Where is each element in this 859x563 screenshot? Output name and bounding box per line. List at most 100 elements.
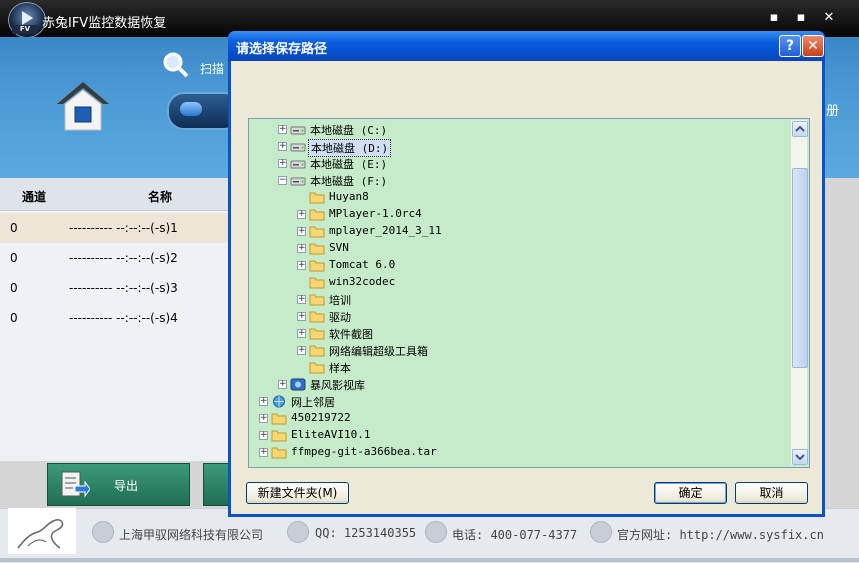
expand-icon[interactable]: +	[278, 380, 287, 389]
expand-icon[interactable]: +	[297, 329, 306, 338]
tree-node[interactable]: + 网络编辑超级工具箱	[249, 342, 789, 359]
tree-node-label: 软件截图	[329, 328, 373, 341]
expand-icon[interactable]: +	[278, 142, 287, 151]
qq-icon	[287, 521, 309, 543]
expand-icon[interactable]: +	[278, 159, 287, 168]
tree-node-label: 本地磁盘 (E:)	[310, 158, 388, 171]
tree-node[interactable]: + Tomcat 6.0	[249, 257, 789, 274]
expand-icon[interactable]: +	[297, 295, 306, 304]
footer-qq: QQ: 1253140355	[315, 526, 417, 540]
column-header-channel[interactable]: 通道	[22, 188, 46, 205]
tree-node[interactable]: + 本地磁盘 (D:)	[249, 138, 789, 157]
tree-node[interactable]: + 本地磁盘 (E:)	[249, 155, 789, 172]
expand-icon[interactable]: +	[297, 210, 306, 219]
tree-node[interactable]: + MPlayer-1.0rc4	[249, 206, 789, 223]
tree-node[interactable]: + 暴风影视库	[249, 376, 789, 393]
dialog-title: 请选择保存路径	[236, 42, 328, 57]
tree-node-label: mplayer_2014_3_11	[329, 224, 442, 237]
folder-icon	[309, 225, 325, 238]
tree-node[interactable]: Huyan8	[249, 189, 789, 206]
tree-node-label: Tomcat 6.0	[329, 258, 396, 271]
scroll-up-button[interactable]	[792, 121, 808, 137]
ok-button[interactable]: 确定	[654, 482, 727, 504]
folder-icon	[309, 327, 325, 340]
scroll-down-button[interactable]	[792, 449, 808, 465]
horse-logo-icon	[8, 508, 76, 554]
register-link[interactable]: 册	[826, 100, 839, 119]
search-icon[interactable]	[163, 52, 189, 78]
expand-icon[interactable]: +	[297, 244, 306, 253]
tree-node-label: SVN	[329, 241, 349, 254]
folder-icon	[309, 208, 325, 221]
scan-label[interactable]: 扫描	[200, 60, 224, 77]
tree-node[interactable]: + EliteAVI10.1	[249, 427, 789, 444]
expand-icon[interactable]: +	[297, 261, 306, 270]
new-folder-button[interactable]: 新建文件夹(M)	[246, 482, 349, 504]
minimize-button[interactable]: ▪	[766, 10, 782, 25]
maximize-button[interactable]: ▪	[793, 10, 809, 25]
tree-node-label: Huyan8	[329, 190, 369, 203]
folder-icon	[309, 344, 325, 357]
app-title: 赤兔IFV监控数据恢复	[42, 16, 167, 31]
expand-icon[interactable]: +	[259, 431, 268, 440]
tree-node[interactable]: + 培训	[249, 291, 789, 308]
column-header-name[interactable]: 名称	[148, 188, 172, 205]
media-library-icon	[290, 378, 306, 391]
folder-icon	[309, 310, 325, 323]
tree-node[interactable]: +450219722	[249, 410, 789, 427]
tree-node-label: 暴风影视库	[310, 379, 365, 392]
logo-badge: FV	[12, 25, 38, 34]
tree-node[interactable]: − 本地磁盘 (F:)	[249, 172, 789, 189]
footer-website[interactable]: 官方网址: http://www.sysfix.cn	[617, 526, 824, 543]
folder-icon	[271, 429, 287, 442]
tree-node[interactable]: + 软件截图	[249, 325, 789, 342]
help-button[interactable]: ?	[779, 35, 801, 57]
home-icon[interactable]	[55, 80, 111, 132]
tree-node[interactable]: + 网上邻居	[249, 393, 789, 410]
expand-icon[interactable]: +	[297, 312, 306, 321]
toggle-knob	[180, 102, 202, 116]
folder-icon	[271, 446, 287, 459]
expand-icon[interactable]: +	[259, 397, 268, 406]
tree-node-label: 样本	[329, 362, 351, 375]
folder-icon	[309, 361, 325, 374]
tree-node[interactable]: + ffmpeg-git-a366bea.tar	[249, 444, 789, 461]
tree-node[interactable]: + 本地磁盘 (C:)	[249, 121, 789, 138]
tree-node[interactable]: + SVN	[249, 240, 789, 257]
dialog-close-button[interactable]: ✕	[802, 35, 824, 57]
folder-tree[interactable]: + 本地磁盘 (C:) + 本地磁盘 (D:) + 本地磁盘 (E:) − 本地磁盘 (F:)…	[248, 118, 810, 468]
expand-icon[interactable]: +	[297, 346, 306, 355]
tree-node-label: win32codec	[329, 275, 396, 288]
tree-node-label: MPlayer-1.0rc4	[329, 207, 422, 220]
tree-node[interactable]: 样本	[249, 359, 789, 376]
close-app-button[interactable]: ✕	[821, 10, 837, 25]
drive-icon	[290, 140, 306, 153]
folder-icon	[309, 259, 325, 272]
tree-node[interactable]: + mplayer_2014_3_11	[249, 223, 789, 240]
cell-name: ---------- --:--:--(-s)3	[69, 281, 178, 295]
export-icon	[60, 470, 91, 498]
cancel-button[interactable]: 取消	[735, 482, 808, 504]
expand-icon[interactable]: +	[259, 448, 268, 457]
folder-icon	[309, 293, 325, 306]
secondary-action-button[interactable]	[203, 463, 231, 506]
footer-phone: 电话: 400-077-4377	[452, 528, 578, 542]
tree-node[interactable]: win32codec	[249, 274, 789, 291]
tree-node-label: 驱动	[329, 311, 351, 324]
scroll-thumb[interactable]	[792, 168, 808, 368]
tree-node-label: ffmpeg-git-a366bea.tar	[291, 445, 437, 458]
tree-node-label: 网络编辑超级工具箱	[329, 345, 428, 358]
expand-icon[interactable]: +	[259, 414, 268, 423]
phone-icon	[425, 521, 447, 543]
collapse-icon[interactable]: −	[278, 176, 287, 185]
tree-node[interactable]: + 驱动	[249, 308, 789, 325]
cell-channel: 0	[10, 281, 18, 295]
globe-icon	[590, 521, 612, 543]
expand-icon[interactable]: +	[297, 227, 306, 236]
cell-name: ---------- --:--:--(-s)1	[69, 221, 178, 235]
expand-icon[interactable]: +	[278, 125, 287, 134]
cell-name: ---------- --:--:--(-s)2	[69, 251, 178, 265]
folder-icon	[309, 242, 325, 255]
cell-name: ---------- --:--:--(-s)4	[69, 311, 178, 325]
tree-node-label: 本地磁盘 (C:)	[310, 124, 388, 137]
